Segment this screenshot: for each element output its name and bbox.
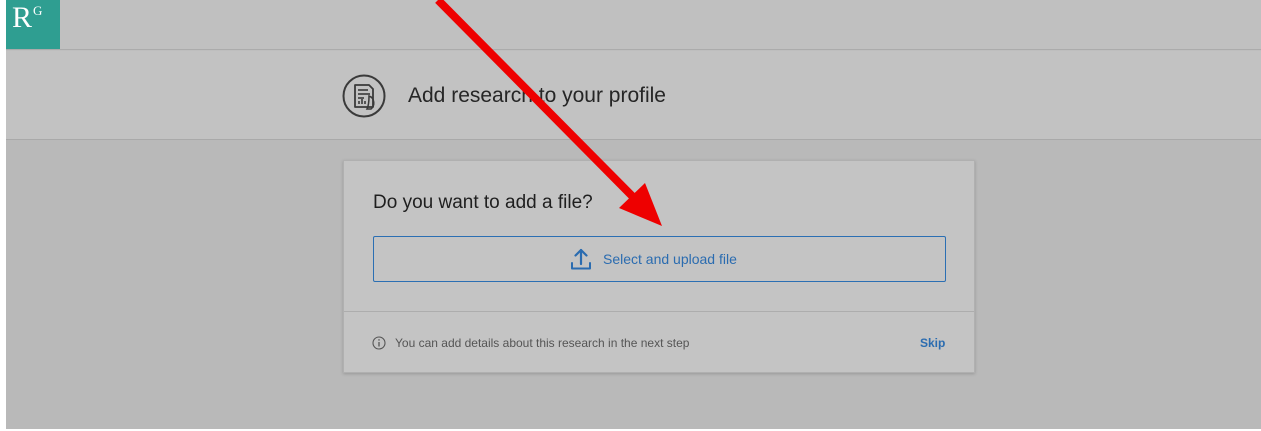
add-file-question: Do you want to add a file? [373,192,593,213]
page-title: Add research to your profile [408,84,666,107]
researchgate-logo[interactable]: R G [6,0,60,49]
top-navigation-bar: R G [6,0,1261,50]
skip-link[interactable]: Skip [920,336,945,350]
add-file-card: Do you want to add a file? Select and up… [343,160,975,373]
page-header: Add research to your profile [6,51,1261,140]
info-icon [372,336,386,350]
logo-superscript: G [33,3,43,18]
logo-letter: R [12,1,33,34]
card-footer: You can add details about this research … [344,311,974,372]
next-step-hint: You can add details about this research … [395,336,690,350]
research-document-icon [342,74,386,118]
select-upload-file-button[interactable]: Select and upload file [373,236,946,282]
upload-button-label: Select and upload file [603,251,737,267]
upload-icon [571,248,591,270]
